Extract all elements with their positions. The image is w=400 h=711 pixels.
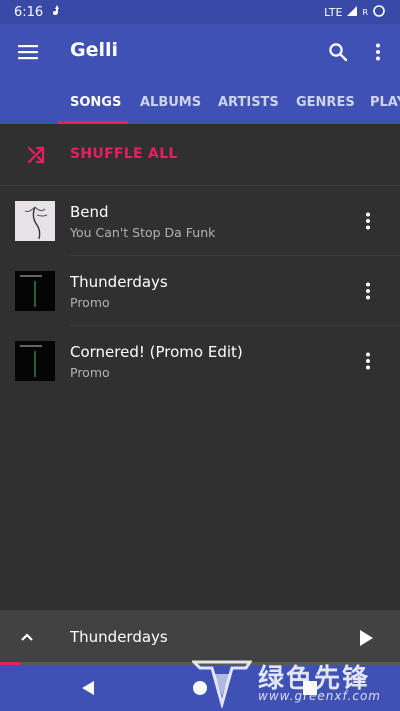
- search-icon[interactable]: [322, 36, 354, 68]
- song-row[interactable]: Bend You Can't Stop Da Funk: [0, 186, 400, 256]
- song-title: Thunderdays: [70, 273, 168, 291]
- song-album: You Can't Stop Da Funk: [70, 225, 216, 240]
- battery-icon: [372, 4, 386, 21]
- app-bar: Gelli SONGS ALBUMS ARTISTS GENRES PLAY: [0, 24, 400, 124]
- more-vert-icon[interactable]: [362, 36, 394, 68]
- album-art: [15, 201, 55, 241]
- shuffle-all-label: SHUFFLE ALL: [70, 146, 178, 162]
- system-nav-bar: [0, 665, 400, 711]
- back-icon[interactable]: [74, 674, 102, 702]
- shuffle-all-button[interactable]: SHUFFLE ALL: [0, 124, 400, 186]
- tab-bar: SONGS ALBUMS ARTISTS GENRES PLAY: [0, 80, 400, 124]
- tab-artists[interactable]: ARTISTS: [218, 80, 279, 124]
- album-art: [15, 341, 55, 381]
- toolbar: Gelli: [0, 24, 400, 80]
- notification-icon: [51, 4, 63, 20]
- song-title: Bend: [70, 203, 109, 221]
- song-album: Promo: [70, 365, 110, 380]
- song-row[interactable]: Cornered! (Promo Edit) Promo: [0, 326, 400, 396]
- shuffle-icon: [24, 143, 48, 167]
- song-row[interactable]: Thunderdays Promo: [0, 256, 400, 326]
- album-art: [15, 271, 55, 311]
- chevron-up-icon[interactable]: [14, 624, 40, 650]
- tab-genres[interactable]: GENRES: [296, 80, 355, 124]
- song-more-icon[interactable]: [356, 279, 380, 303]
- song-more-icon[interactable]: [356, 349, 380, 373]
- status-time: 6:16: [14, 4, 44, 20]
- play-icon[interactable]: [352, 624, 380, 652]
- tab-songs[interactable]: SONGS: [70, 80, 121, 124]
- song-more-icon[interactable]: [356, 209, 380, 233]
- home-icon[interactable]: [186, 674, 214, 702]
- status-bar: 6:16 LTE R: [0, 0, 400, 24]
- recents-icon[interactable]: [296, 674, 324, 702]
- app-title: Gelli: [70, 39, 119, 61]
- song-album: Promo: [70, 295, 110, 310]
- roaming-indicator: R: [362, 7, 368, 17]
- hamburger-menu-icon[interactable]: [12, 36, 44, 68]
- network-type: LTE: [324, 5, 343, 19]
- mini-player[interactable]: Thunderdays: [0, 610, 400, 665]
- mini-player-title: Thunderdays: [70, 628, 168, 646]
- tab-playlists[interactable]: PLAY: [370, 80, 400, 124]
- signal-icon: [346, 5, 358, 20]
- tab-albums[interactable]: ALBUMS: [140, 80, 201, 124]
- song-title: Cornered! (Promo Edit): [70, 343, 243, 361]
